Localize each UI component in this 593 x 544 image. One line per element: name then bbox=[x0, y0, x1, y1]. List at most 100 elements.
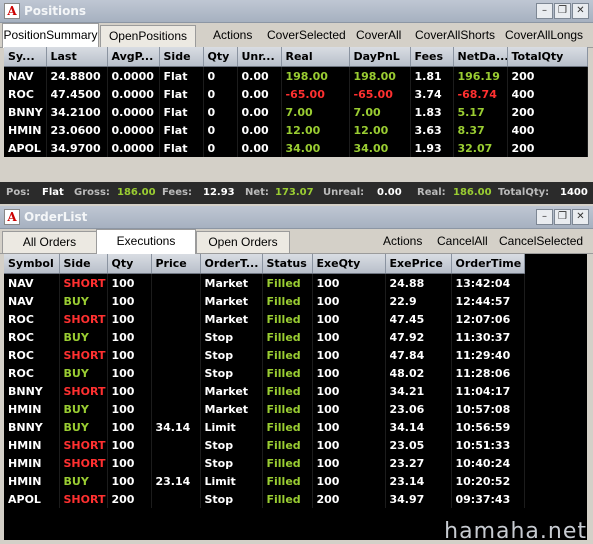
positions-table-row[interactable]: NAV 24.8800 0.0000 Flat 0 0.00 198.00 198.00 1.8… bbox=[4, 66, 588, 85]
orders-table-cell: 100 bbox=[312, 364, 386, 382]
positions-table-cell: 0 bbox=[203, 85, 238, 103]
orders-table-cell: 10:40:24 bbox=[451, 454, 525, 472]
positions-table-cell: 198.00 bbox=[349, 66, 411, 85]
positions-column-header-unr[interactable]: Unr... bbox=[237, 47, 282, 67]
cover-selected-button[interactable]: CoverSelected bbox=[267, 23, 346, 47]
orders-column-header-status[interactable]: Status bbox=[262, 254, 313, 274]
status-fees-label: Fees: bbox=[162, 187, 192, 198]
orders-table-row[interactable]: ROC SHORT 100 Stop Filled 100 47.84 11:29:40 bbox=[4, 346, 525, 364]
positions-table-cell: 0.00 bbox=[237, 121, 282, 139]
orders-table-row[interactable]: ROC BUY 100 Stop Filled 100 47.92 11:30:37 bbox=[4, 328, 525, 346]
orders-table-cell: 10:20:52 bbox=[451, 472, 525, 490]
positions-column-header-last[interactable]: Last bbox=[46, 47, 108, 67]
orders-column-header-qty[interactable]: Qty bbox=[107, 254, 152, 274]
orders-table-cell: Stop bbox=[200, 364, 263, 382]
positions-table-cell: 0.0000 bbox=[107, 85, 160, 103]
orders-table-cell: BUY bbox=[59, 364, 108, 382]
cancel-selected-button[interactable]: CancelSelected bbox=[499, 229, 583, 253]
close-icon[interactable]: ✕ bbox=[572, 209, 589, 225]
orders-table-cell: BUY bbox=[59, 472, 108, 490]
orders-table-cell: Filled bbox=[262, 472, 313, 490]
orders-table-cell: 34.21 bbox=[385, 382, 452, 400]
orders-table-cell: HMIN bbox=[4, 454, 60, 472]
positions-table-cell: 32.07 bbox=[453, 139, 508, 157]
positions-column-header-real[interactable]: Real bbox=[281, 47, 350, 67]
positions-table-cell: Flat bbox=[159, 121, 204, 139]
positions-table-row[interactable]: ROC 47.4500 0.0000 Flat 0 0.00 -65.00 -65.00 3.7… bbox=[4, 85, 588, 103]
orders-column-header-side[interactable]: Side bbox=[59, 254, 108, 274]
positions-table-cell: 3.74 bbox=[410, 85, 454, 103]
positions-table-cell: 200 bbox=[507, 66, 588, 85]
positions-table-cell: 200 bbox=[507, 139, 588, 157]
tab-open-orders[interactable]: Open Orders bbox=[196, 231, 290, 253]
orders-table-row[interactable]: BNNY SHORT 100 Market Filled 100 34.21 11:04:17 bbox=[4, 382, 525, 400]
orders-column-header-exeqty[interactable]: ExeQty bbox=[312, 254, 386, 274]
orders-table-cell: 100 bbox=[312, 328, 386, 346]
tab-executions[interactable]: Executions bbox=[96, 229, 196, 254]
restore-icon[interactable]: ❐ bbox=[554, 209, 571, 225]
orders-table-cell: 200 bbox=[312, 490, 386, 508]
orders-column-header-exeprice[interactable]: ExePrice bbox=[385, 254, 452, 274]
orders-table-cell: 23.27 bbox=[385, 454, 452, 472]
cancel-all-button[interactable]: CancelAll bbox=[437, 229, 488, 253]
positions-table-row[interactable]: HMIN 23.0600 0.0000 Flat 0 0.00 12.00 12.00 3.63… bbox=[4, 121, 588, 139]
orders-table-cell: 100 bbox=[312, 400, 386, 418]
positions-column-header-qty[interactable]: Qty bbox=[203, 47, 238, 67]
positions-column-header-netda[interactable]: NetDa... bbox=[453, 47, 508, 67]
orders-table-row[interactable]: NAV BUY 100 Market Filled 100 22.9 12:44:57 bbox=[4, 292, 525, 310]
tab-position-summary[interactable]: PositionSummary bbox=[2, 23, 99, 48]
minimize-icon[interactable]: – bbox=[536, 3, 553, 19]
orders-column-header-ordert[interactable]: OrderT... bbox=[200, 254, 263, 274]
orders-table-row[interactable]: HMIN SHORT 100 Stop Filled 100 23.27 10:40:24 bbox=[4, 454, 525, 472]
orders-column-header-symbol[interactable]: Symbol bbox=[4, 254, 60, 274]
positions-table-cell: 3.63 bbox=[410, 121, 454, 139]
orders-table-row[interactable]: NAV SHORT 100 Market Filled 100 24.88 13:42:04 bbox=[4, 273, 525, 292]
orders-column-header-ordertime[interactable]: OrderTime bbox=[451, 254, 525, 274]
positions-table-cell: Flat bbox=[159, 103, 204, 121]
positions-column-header-sy[interactable]: Sy... bbox=[4, 47, 47, 67]
orders-table-row[interactable]: ROC BUY 100 Stop Filled 100 48.02 11:28:06 bbox=[4, 364, 525, 382]
positions-titlebar[interactable]: A Positions – ❐ ✕ bbox=[0, 0, 593, 23]
orders-table-cell: Stop bbox=[200, 328, 263, 346]
positions-column-header-totalqty[interactable]: TotalQty bbox=[507, 47, 588, 67]
positions-table-cell: 8.37 bbox=[453, 121, 508, 139]
positions-column-header-fees[interactable]: Fees bbox=[410, 47, 454, 67]
positions-actions-menu[interactable]: Actions bbox=[213, 23, 252, 47]
orderlist-titlebar[interactable]: A OrderList – ❐ ✕ bbox=[0, 206, 593, 229]
positions-table-cell: 400 bbox=[507, 121, 588, 139]
orders-actions-menu[interactable]: Actions bbox=[383, 229, 422, 253]
cover-all-longs-button[interactable]: CoverAllLongs bbox=[505, 23, 583, 47]
positions-column-header-side[interactable]: Side bbox=[159, 47, 204, 67]
orders-table-row[interactable]: HMIN BUY 100 Market Filled 100 23.06 10:57:08 bbox=[4, 400, 525, 418]
close-icon[interactable]: ✕ bbox=[572, 3, 589, 19]
cover-all-shorts-button[interactable]: CoverAllShorts bbox=[415, 23, 495, 47]
orders-table-cell: 100 bbox=[107, 400, 152, 418]
tab-open-positions[interactable]: OpenPositions bbox=[100, 25, 196, 47]
orders-table-row[interactable]: ROC SHORT 100 Market Filled 100 47.45 12:07:06 bbox=[4, 310, 525, 328]
positions-table-row[interactable]: APOL 34.9700 0.0000 Flat 0 0.00 34.00 34.00 1.93… bbox=[4, 139, 588, 157]
positions-table-cell: 34.00 bbox=[349, 139, 411, 157]
status-fees-value: 12.93 bbox=[203, 187, 235, 198]
tab-all-orders[interactable]: All Orders bbox=[2, 231, 97, 253]
orders-table-row[interactable]: BNNY BUY 100 34.14 Limit Filled 100 34.14 10:56:… bbox=[4, 418, 525, 436]
status-unreal-label: Unreal: bbox=[323, 187, 365, 198]
positions-table-row[interactable]: BNNY 34.2100 0.0000 Flat 0 0.00 7.00 7.00 1.83 5.… bbox=[4, 103, 588, 121]
orders-table-row[interactable]: APOL SHORT 200 Stop Filled 200 34.97 09:37:43 bbox=[4, 490, 525, 508]
orders-table-cell: 100 bbox=[312, 292, 386, 310]
positions-column-header-daypnl[interactable]: DayPnL bbox=[349, 47, 411, 67]
orders-column-header-price[interactable]: Price bbox=[151, 254, 201, 274]
orders-table-cell: BNNY bbox=[4, 418, 60, 436]
orders-table-cell: 100 bbox=[312, 436, 386, 454]
positions-table-cell: 7.00 bbox=[349, 103, 411, 121]
minimize-icon[interactable]: – bbox=[536, 209, 553, 225]
orders-table-cell: 12:44:57 bbox=[451, 292, 525, 310]
positions-table-cell: 1.93 bbox=[410, 139, 454, 157]
positions-column-header-avgp[interactable]: AvgP... bbox=[107, 47, 160, 67]
restore-icon[interactable]: ❐ bbox=[554, 3, 571, 19]
orders-table-row[interactable]: HMIN SHORT 100 Stop Filled 100 23.05 10:51:33 bbox=[4, 436, 525, 454]
orders-table-cell: 100 bbox=[312, 382, 386, 400]
orders-table-cell: 100 bbox=[312, 472, 386, 490]
orders-table-cell: HMIN bbox=[4, 400, 60, 418]
orders-table-row[interactable]: HMIN BUY 100 23.14 Limit Filled 100 23.14 10:20:… bbox=[4, 472, 525, 490]
cover-all-button[interactable]: CoverAll bbox=[356, 23, 401, 47]
